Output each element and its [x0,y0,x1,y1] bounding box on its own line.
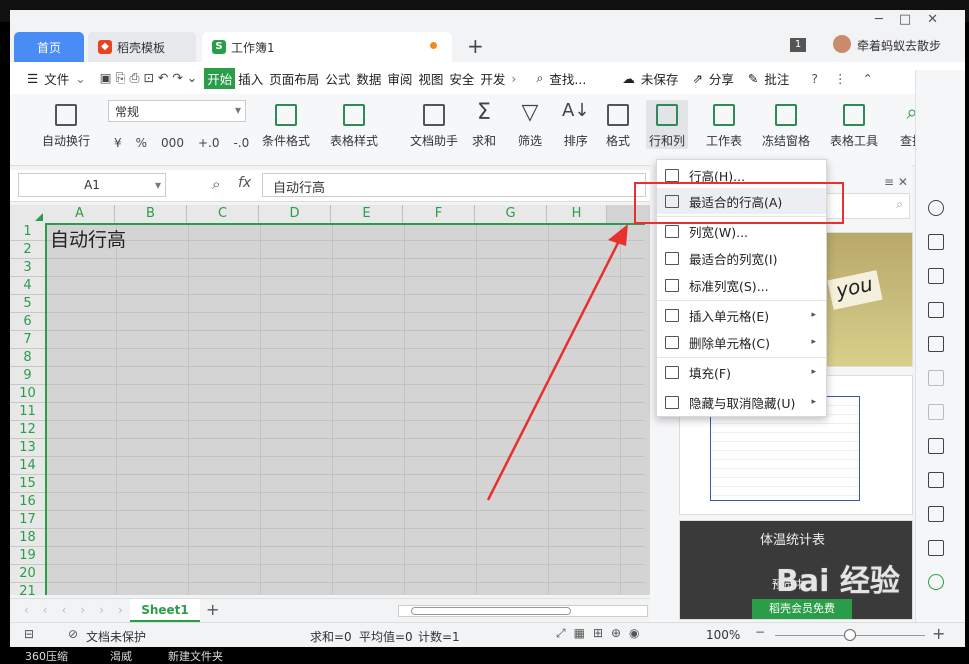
arrow-head [608,224,628,246]
baidu-watermark: Bai 经验 [776,564,900,599]
wps-window: ─□✕ 首页 ◆ 稻壳模板 S 工作簿1 + 1 牵着蚂蚁去散步 ☰ 文件 ⌄ … [10,10,965,647]
red-arrow-annotation [486,224,628,501]
arrow-line [486,234,624,501]
desktop-icon-1[interactable]: 360压缩 [25,648,68,664]
desktop-icon-2[interactable]: 渴威 [110,648,132,664]
desktop-icon-3[interactable]: 新建文件夹 [168,648,223,664]
